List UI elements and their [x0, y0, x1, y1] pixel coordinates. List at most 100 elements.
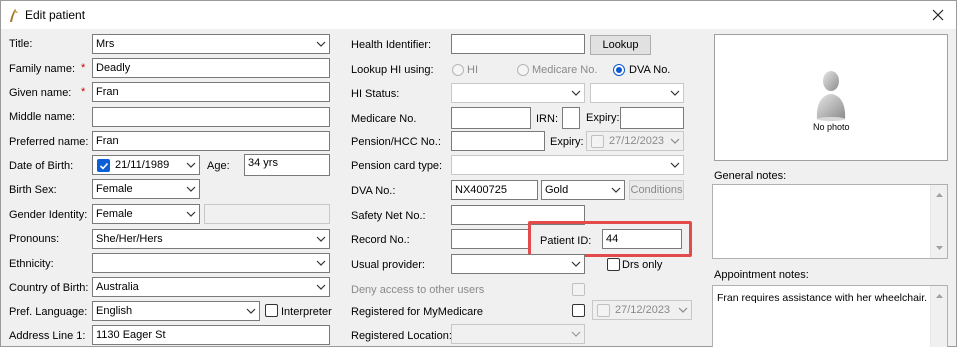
appointment-notes-scrollbar[interactable]: [930, 286, 947, 347]
chevron-down-icon: [316, 257, 326, 269]
edit-patient-window: Edit patient Title: Mrs Family name: * D…: [0, 0, 957, 347]
chevron-down-icon: [316, 233, 326, 245]
pronouns-label: Pronouns:: [9, 233, 60, 245]
health-identifier-input[interactable]: [451, 34, 585, 54]
medicare-expiry-input[interactable]: [620, 107, 684, 129]
title-select[interactable]: Mrs: [92, 34, 330, 54]
chevron-down-icon: [670, 159, 680, 171]
medicare-no-input[interactable]: [451, 107, 531, 129]
radio-dva-no[interactable]: [613, 64, 625, 76]
pref-language-value: English: [96, 305, 133, 317]
scroll-down-icon[interactable]: [935, 243, 944, 252]
dva-card-value: Gold: [545, 184, 569, 196]
ethnicity-label: Ethnicity:: [9, 258, 54, 270]
gender-identity-value: Female: [96, 208, 133, 220]
age-label: Age:: [207, 160, 230, 172]
title-value: Mrs: [96, 38, 115, 50]
person-silhouette-icon: [811, 69, 851, 124]
mymedicare-date-picker[interactable]: 27/12/2023: [592, 300, 692, 320]
radio-medicare-no[interactable]: [517, 64, 529, 76]
chevron-down-icon: [246, 305, 256, 317]
given-name-label: Given name:: [9, 87, 72, 99]
chevron-down-icon: [316, 281, 326, 293]
scroll-up-icon[interactable]: [935, 292, 944, 301]
address-line1-input[interactable]: 1130 Eager St: [92, 325, 330, 345]
ethnicity-select[interactable]: [92, 253, 330, 273]
appointment-notes-label: Appointment notes:: [714, 269, 809, 281]
registered-mymedicare-checkbox[interactable]: [572, 304, 585, 317]
chevron-down-icon: [186, 159, 196, 174]
birth-sex-select[interactable]: Female: [92, 179, 200, 199]
dob-label: Date of Birth:: [9, 160, 74, 172]
required-marker: *: [81, 62, 86, 74]
lookup-button[interactable]: Lookup: [590, 35, 651, 55]
lookup-hi-using-label: Lookup HI using:: [351, 64, 434, 76]
general-notes-scrollbar[interactable]: [930, 185, 947, 258]
radio-hi[interactable]: [452, 64, 464, 76]
record-no-input[interactable]: [451, 229, 531, 249]
pension-card-type-select[interactable]: [451, 155, 684, 175]
appointment-notes-textarea[interactable]: Fran requires assistance with her wheelc…: [712, 285, 948, 347]
chevron-down-icon: [670, 135, 680, 150]
preferred-name-input[interactable]: Fran: [92, 131, 330, 151]
safety-net-no-label: Safety Net No.:: [351, 210, 426, 222]
chevron-down-icon: [316, 38, 326, 50]
pension-expiry-checkbox[interactable]: [591, 135, 604, 148]
mymedicare-date-value: 27/12/2023: [615, 304, 671, 316]
scroll-up-icon[interactable]: [935, 191, 944, 200]
patient-photo[interactable]: No photo: [714, 34, 948, 161]
birth-sex-value: Female: [96, 183, 133, 195]
pref-language-select[interactable]: English: [92, 301, 260, 321]
required-marker: *: [81, 86, 86, 98]
app-logo-icon: [7, 7, 19, 23]
chevron-down-icon: [611, 184, 621, 196]
mymedicare-date-checkbox[interactable]: [597, 304, 610, 317]
irn-input[interactable]: [562, 107, 580, 129]
hi-status-label: HI Status:: [351, 88, 400, 100]
dva-no-label: DVA No.:: [351, 185, 396, 197]
dva-no-input[interactable]: NX400725: [451, 180, 538, 200]
general-notes-label: General notes:: [714, 170, 787, 182]
radio-hi-label: HI: [467, 64, 478, 76]
record-no-label: Record No.:: [351, 234, 410, 246]
hi-status-select[interactable]: [451, 83, 585, 103]
title-label: Title:: [9, 38, 33, 50]
hi-status-secondary-select[interactable]: [590, 83, 684, 103]
patient-id-highlight-box: [528, 221, 692, 257]
window-title: Edit patient: [25, 8, 86, 22]
pronouns-value: She/Her/Hers: [96, 233, 163, 245]
general-notes-textarea[interactable]: [712, 184, 948, 259]
chevron-down-icon: [186, 183, 196, 195]
given-name-input[interactable]: Fran: [92, 82, 330, 102]
usual-provider-select[interactable]: [451, 254, 585, 274]
no-photo-text: No photo: [813, 122, 850, 132]
country-of-birth-label: Country of Birth:: [9, 282, 89, 294]
chevron-down-icon: [571, 87, 581, 99]
health-identifier-label: Health Identifier:: [351, 39, 432, 51]
dob-date-picker[interactable]: 21/11/1989: [92, 155, 200, 175]
middle-name-input[interactable]: [92, 107, 330, 127]
close-icon[interactable]: [928, 5, 948, 25]
conditions-button[interactable]: Conditions: [629, 180, 684, 200]
family-name-input[interactable]: Deadly: [92, 58, 330, 78]
pension-hcc-input[interactable]: [451, 131, 545, 151]
country-of-birth-value: Australia: [96, 281, 139, 293]
deny-access-checkbox[interactable]: [572, 283, 585, 296]
family-name-label: Family name:: [9, 63, 76, 75]
drs-only-label: Drs only: [622, 259, 663, 271]
country-of-birth-select[interactable]: Australia: [92, 277, 330, 297]
dva-card-select[interactable]: Gold: [541, 180, 625, 200]
dob-value: 21/11/1989: [115, 159, 170, 171]
pension-expiry-date-picker[interactable]: 27/12/2023: [586, 131, 684, 151]
gender-identity-select[interactable]: Female: [92, 204, 200, 224]
address-line1-label: Address Line 1:: [9, 330, 86, 342]
age-display: 34 yrs: [244, 154, 330, 176]
pronouns-select[interactable]: She/Her/Hers: [92, 229, 330, 249]
drs-only-checkbox[interactable]: [607, 258, 620, 271]
registered-location-select[interactable]: [451, 324, 585, 344]
dob-enabled-checkbox[interactable]: [97, 159, 110, 172]
interpreter-label: Interpreter: [281, 306, 332, 318]
interpreter-checkbox[interactable]: [265, 304, 278, 317]
pension-card-type-label: Pension card type:: [351, 160, 443, 172]
pref-language-label: Pref. Language:: [9, 306, 88, 318]
